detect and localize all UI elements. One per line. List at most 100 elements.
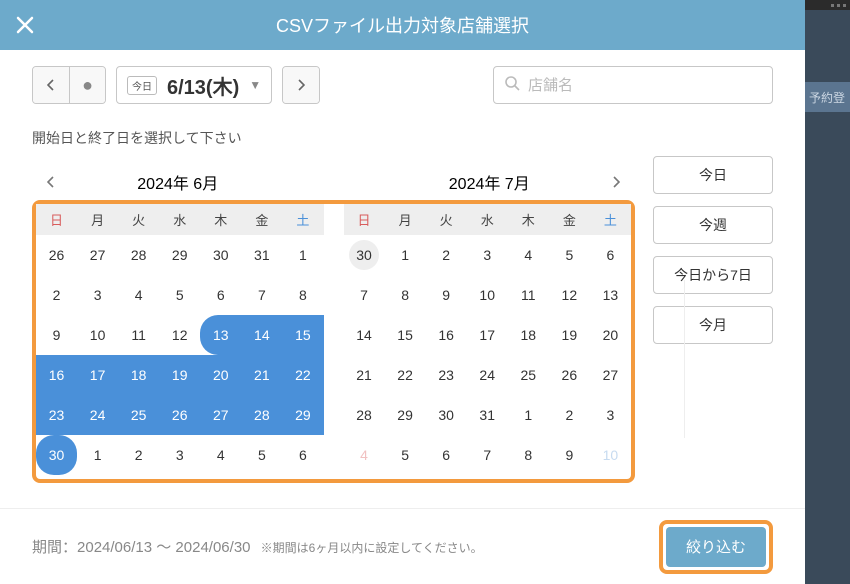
calendar-day[interactable]: 1	[508, 395, 549, 435]
calendar-day[interactable]: 7	[241, 275, 282, 315]
calendar-day[interactable]: 5	[241, 435, 282, 475]
calendar-day[interactable]: 3	[467, 235, 508, 275]
calendar-day[interactable]: 10	[77, 315, 118, 355]
calendar-day[interactable]: 20	[590, 315, 631, 355]
calendar-day[interactable]: 16	[36, 355, 77, 395]
calendar-day[interactable]: 13	[590, 275, 631, 315]
calendar-day[interactable]: 30	[344, 235, 385, 275]
calendar-day[interactable]: 1	[77, 435, 118, 475]
calendar-day[interactable]: 6	[282, 435, 323, 475]
calendar-day[interactable]: 25	[118, 395, 159, 435]
calendar-day[interactable]: 29	[282, 395, 323, 435]
calendar-day[interactable]: 9	[426, 275, 467, 315]
calendar-day[interactable]: 26	[159, 395, 200, 435]
calendar-day[interactable]: 6	[590, 235, 631, 275]
calendar-day[interactable]: 15	[385, 315, 426, 355]
calendar-day[interactable]: 21	[344, 355, 385, 395]
calendar-day[interactable]: 13	[200, 315, 241, 355]
calendar-day[interactable]: 3	[159, 435, 200, 475]
quick-this-month-button[interactable]: 今月	[653, 306, 773, 344]
next-month-button[interactable]	[601, 164, 631, 200]
calendar-day[interactable]: 6	[426, 435, 467, 475]
calendar-day[interactable]: 2	[36, 275, 77, 315]
calendar-day[interactable]: 1	[282, 235, 323, 275]
calendar-day[interactable]: 27	[77, 235, 118, 275]
calendar-day[interactable]: 2	[426, 235, 467, 275]
calendar-day[interactable]: 25	[508, 355, 549, 395]
quick-this-week-button[interactable]: 今週	[653, 206, 773, 244]
calendar-day[interactable]: 15	[282, 315, 323, 355]
calendar-day[interactable]: 11	[118, 315, 159, 355]
prev-month-button[interactable]	[36, 164, 66, 200]
calendar-day[interactable]: 12	[159, 315, 200, 355]
calendar-day[interactable]: 24	[467, 355, 508, 395]
filter-button-highlight: 絞り込む	[659, 520, 773, 574]
calendar-day[interactable]: 9	[36, 315, 77, 355]
calendar-day[interactable]: 29	[159, 235, 200, 275]
calendar-day[interactable]: 3	[590, 395, 631, 435]
prev-day-button[interactable]	[33, 67, 69, 103]
close-icon[interactable]	[0, 0, 50, 50]
calendar-day[interactable]: 8	[385, 275, 426, 315]
calendar-day[interactable]: 5	[159, 275, 200, 315]
calendar-day[interactable]: 2	[118, 435, 159, 475]
calendar-day[interactable]: 5	[385, 435, 426, 475]
date-selector[interactable]: 今日 6/13(木) ▼	[116, 66, 272, 104]
calendar-day[interactable]: 23	[426, 355, 467, 395]
calendar-day[interactable]: 11	[508, 275, 549, 315]
calendar-day[interactable]: 2	[549, 395, 590, 435]
calendar-day[interactable]: 3	[77, 275, 118, 315]
calendar-day[interactable]: 22	[282, 355, 323, 395]
calendar-day[interactable]: 7	[467, 435, 508, 475]
calendar-day[interactable]: 9	[549, 435, 590, 475]
calendar-day[interactable]: 20	[200, 355, 241, 395]
calendar-day[interactable]: 27	[590, 355, 631, 395]
calendar-day[interactable]: 28	[344, 395, 385, 435]
quick-seven-days-button[interactable]: 今日から7日	[653, 256, 773, 294]
calendar-day[interactable]: 10	[590, 435, 631, 475]
calendar-day[interactable]: 4	[344, 435, 385, 475]
calendar-day[interactable]: 17	[467, 315, 508, 355]
calendar-day[interactable]: 23	[36, 395, 77, 435]
calendar-day[interactable]: 17	[77, 355, 118, 395]
calendar-day[interactable]: 1	[385, 235, 426, 275]
calendar-day[interactable]: 18	[118, 355, 159, 395]
calendar-day[interactable]: 6	[200, 275, 241, 315]
calendar-day[interactable]: 19	[549, 315, 590, 355]
calendar-day[interactable]: 8	[282, 275, 323, 315]
calendar-day[interactable]: 26	[549, 355, 590, 395]
calendar-day[interactable]: 14	[241, 315, 282, 355]
calendar-day[interactable]: 30	[426, 395, 467, 435]
calendar-day[interactable]: 4	[118, 275, 159, 315]
calendar-day[interactable]: 30	[200, 235, 241, 275]
calendar-day[interactable]: 16	[426, 315, 467, 355]
calendar-day[interactable]: 26	[36, 235, 77, 275]
calendar-day[interactable]: 4	[508, 235, 549, 275]
quick-today-button[interactable]: 今日	[653, 156, 773, 194]
calendar-day[interactable]: 21	[241, 355, 282, 395]
dow-header: 金	[241, 204, 282, 235]
calendar-day[interactable]: 5	[549, 235, 590, 275]
filter-button[interactable]: 絞り込む	[666, 527, 766, 567]
calendar-day[interactable]: 28	[118, 235, 159, 275]
calendar-day[interactable]: 14	[344, 315, 385, 355]
calendar-day[interactable]: 28	[241, 395, 282, 435]
calendar-day[interactable]: 30	[36, 435, 77, 475]
next-day-button[interactable]	[283, 67, 319, 103]
date-menu-button[interactable]: ●	[69, 67, 105, 103]
calendar-day[interactable]: 24	[77, 395, 118, 435]
calendar-day[interactable]: 10	[467, 275, 508, 315]
calendar-day[interactable]: 19	[159, 355, 200, 395]
store-search[interactable]	[493, 66, 773, 104]
calendar-day[interactable]: 22	[385, 355, 426, 395]
calendar-day[interactable]: 29	[385, 395, 426, 435]
store-search-input[interactable]	[528, 77, 762, 94]
calendar-day[interactable]: 18	[508, 315, 549, 355]
calendar-day[interactable]: 8	[508, 435, 549, 475]
calendar-day[interactable]: 4	[200, 435, 241, 475]
calendar-day[interactable]: 31	[467, 395, 508, 435]
calendar-day[interactable]: 31	[241, 235, 282, 275]
calendar-day[interactable]: 7	[344, 275, 385, 315]
calendar-day[interactable]: 27	[200, 395, 241, 435]
calendar-day[interactable]: 12	[549, 275, 590, 315]
